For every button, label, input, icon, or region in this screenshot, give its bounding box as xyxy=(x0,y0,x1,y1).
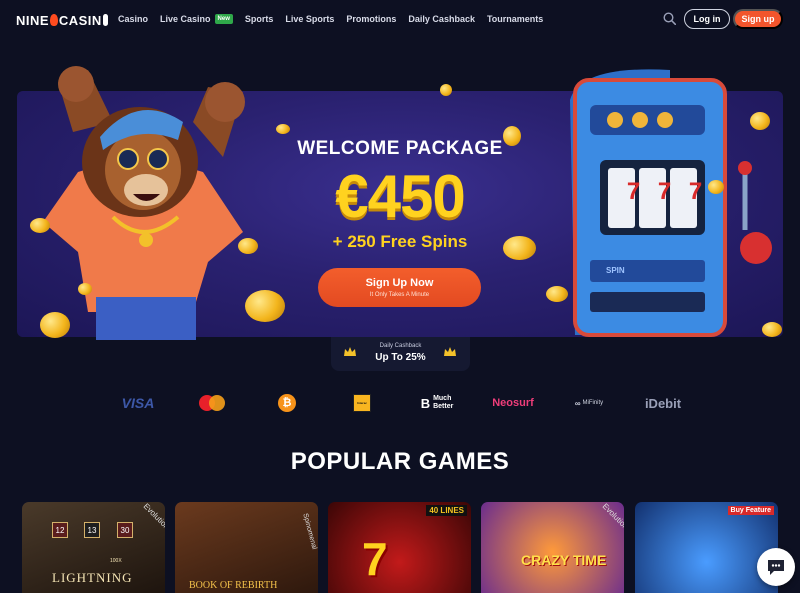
interac-logo: Interac xyxy=(352,388,372,418)
coin-decoration xyxy=(276,124,290,134)
nav-live-casino-label: Live Casino xyxy=(160,14,211,24)
game-badge: 40 LINES xyxy=(426,505,467,516)
game-tile-book-of-rebirth[interactable]: BOOK OF REBIRTH Spinomenal xyxy=(175,502,318,593)
nav-live-sports[interactable]: Live Sports xyxy=(285,14,334,24)
signup-button[interactable]: Sign up xyxy=(733,9,783,29)
signup-now-button[interactable]: Sign Up Now It Only Takes A Minute xyxy=(318,268,481,307)
interac-badge: Interac xyxy=(353,394,371,412)
game-badge: Buy Feature xyxy=(727,506,774,515)
coin-decoration xyxy=(40,312,70,338)
crown-icon xyxy=(444,347,456,356)
hero-title: WELCOME PACKAGE xyxy=(297,138,503,159)
game-title: BOOK OF REBIRTH xyxy=(189,580,278,591)
game-provider: Evolution xyxy=(600,502,624,532)
muchbetter-text-line2: Better xyxy=(433,403,454,410)
game-title: CRAZY TIME xyxy=(521,552,607,568)
chat-icon xyxy=(768,560,784,575)
game-multiplier: 100X xyxy=(110,558,122,564)
new-badge: New xyxy=(214,14,233,24)
game-tile-buy-feature[interactable]: Buy Feature xyxy=(635,502,778,593)
mastercard-logo xyxy=(196,388,228,418)
game-provider: Evolution xyxy=(141,502,165,532)
top-header: NINE CASIN Casino Live Casino New Sports… xyxy=(0,0,800,38)
logo-text-left: NINE xyxy=(16,12,50,28)
flame-icon xyxy=(50,14,58,26)
muchbetter-text: Much Better xyxy=(433,395,453,411)
neosurf-logo: Neosurf xyxy=(492,397,534,409)
game-number: 13 xyxy=(84,522,100,538)
bitcoin-icon: ₿ xyxy=(278,394,296,412)
nav-live-casino[interactable]: Live Casino New xyxy=(160,14,233,24)
muchbetter-logo: B Much Better xyxy=(414,388,460,418)
hero-free-spins: + 250 Free Spins xyxy=(332,232,468,251)
logo-text-right: CASIN xyxy=(58,12,102,28)
game-title: LIGHTNING xyxy=(52,570,133,585)
game-provider: Spinomenal xyxy=(301,512,318,551)
nav-sports[interactable]: Sports xyxy=(245,14,274,24)
coin-decoration xyxy=(245,290,285,322)
search-icon[interactable] xyxy=(663,12,676,25)
game-number: 12 xyxy=(52,522,68,538)
live-chat-button[interactable] xyxy=(757,548,795,586)
mifinity-logo: ∞ MiFinity xyxy=(568,388,610,418)
mifinity-icon: ∞ xyxy=(574,398,581,408)
game-tile-crazy-time[interactable]: CRAZY TIME Evolution xyxy=(481,502,624,593)
bitcoin-logo: ₿ xyxy=(276,388,298,418)
coin-decoration xyxy=(762,322,782,337)
crown-icon xyxy=(344,347,356,356)
nine-casino-logo[interactable]: NINE CASIN xyxy=(16,12,108,28)
game-tile-lightning[interactable]: LIGHTNING Evolution 12 13 30 100X xyxy=(22,502,165,593)
game-tile-40-lines[interactable]: 40 LINES 7 xyxy=(328,502,471,593)
hero-bonus-amount: €450 xyxy=(335,163,465,230)
popular-games-heading: POPULAR GAMES xyxy=(290,448,510,475)
coin-decoration xyxy=(750,112,770,130)
mifinity-text: MiFinity xyxy=(582,400,604,406)
game-number: 30 xyxy=(117,522,133,538)
cta-sublabel: It Only Takes A Minute xyxy=(369,292,430,298)
muchbetter-text-line1: Much xyxy=(433,395,452,402)
mascot-icon xyxy=(102,14,108,26)
nav-tournaments[interactable]: Tournaments xyxy=(487,14,543,24)
idebit-logo: iDebit xyxy=(644,395,682,411)
main-nav: Casino Live Casino New Sports Live Sport… xyxy=(118,0,555,38)
coin-decoration xyxy=(546,286,568,302)
payment-methods: VISA ₿ Interac B Much Better Neosurf ∞ M… xyxy=(0,388,800,418)
nav-promotions[interactable]: Promotions xyxy=(346,14,396,24)
cta-label: Sign Up Now xyxy=(365,277,434,289)
visa-logo: VISA xyxy=(121,395,155,411)
game-symbol: 7 xyxy=(362,533,388,585)
muchbetter-icon: B xyxy=(420,395,431,411)
nav-casino[interactable]: Casino xyxy=(118,14,148,24)
coin-decoration xyxy=(78,283,92,295)
nav-daily-cashback[interactable]: Daily Cashback xyxy=(408,14,475,24)
login-button[interactable]: Log in xyxy=(684,9,730,29)
slot-spin-label: SPIN xyxy=(606,266,625,275)
coin-decoration xyxy=(440,84,452,96)
mastercard-icon xyxy=(199,395,225,411)
